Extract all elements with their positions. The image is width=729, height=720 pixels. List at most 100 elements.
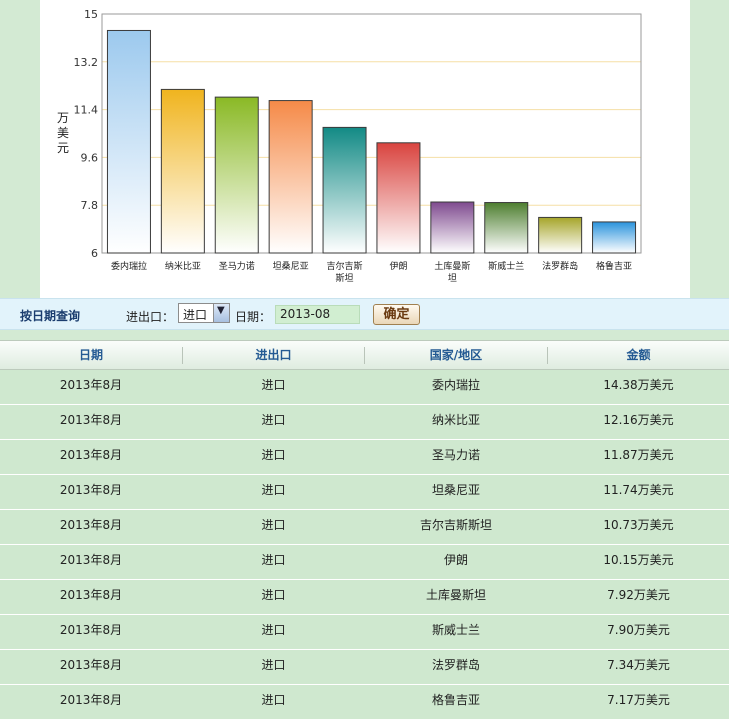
table-row: 2013年8月 进口 斯威士兰 7.90万美元 xyxy=(0,615,729,650)
cell-io: 进口 xyxy=(261,588,286,602)
cell-country: 坦桑尼亚 xyxy=(431,483,480,497)
spacer xyxy=(0,330,729,340)
bar xyxy=(322,126,367,254)
table-row: 2013年8月 进口 法罗群岛 7.34万美元 xyxy=(0,650,729,685)
x-tick-label: 斯坦 xyxy=(336,272,354,284)
io-select-value: 进口 xyxy=(183,308,208,322)
cell-country: 吉尔吉斯斯坦 xyxy=(419,518,492,532)
x-tick-label: 坦 xyxy=(448,273,457,284)
cell-date: 2013年8月 xyxy=(59,518,123,532)
cell-date: 2013年8月 xyxy=(59,483,123,497)
cell-country: 委内瑞拉 xyxy=(431,378,480,392)
cell-amount: 10.73万美元 xyxy=(603,518,674,532)
table-row: 2013年8月 进口 纳米比亚 12.16万美元 xyxy=(0,405,729,440)
chart-panel: 15 13.2 11.4 9.6 7.8 6 万美元委内瑞拉 纳米比亚 圣马力诺 坦桑尼亚 吉尔吉斯… xyxy=(40,0,690,298)
bar xyxy=(214,96,259,254)
cell-date: 2013年8月 xyxy=(59,658,123,672)
cell-io: 进口 xyxy=(261,448,286,462)
header-date: 日期 xyxy=(78,348,103,362)
x-tick-label: 法罗群岛 xyxy=(542,260,578,272)
y-axis-label: 万 xyxy=(57,111,69,125)
cell-io: 进口 xyxy=(261,483,286,497)
y-tick-label: 13.2 xyxy=(74,56,99,69)
cell-io: 进口 xyxy=(261,518,286,532)
cell-date: 2013年8月 xyxy=(59,553,123,567)
cell-io: 进口 xyxy=(261,378,286,392)
x-tick-label: 伊朗 xyxy=(389,260,407,272)
x-tick-label: 格鲁吉亚 xyxy=(596,260,632,272)
cell-country: 斯威士兰 xyxy=(431,623,480,637)
bar xyxy=(430,201,475,254)
bar xyxy=(484,202,529,254)
cell-country: 格鲁吉亚 xyxy=(431,693,480,707)
cell-date: 2013年8月 xyxy=(59,693,123,707)
table-body: 2013年8月 进口 委内瑞拉 14.38万美元 2013年8月 进口 纳米比亚… xyxy=(0,370,729,720)
y-tick-label: 7.8 xyxy=(81,199,99,212)
bar xyxy=(160,88,205,254)
y-tick-label: 9.6 xyxy=(81,151,99,164)
x-tick-label: 纳米比亚 xyxy=(165,260,201,272)
bar xyxy=(268,100,313,254)
y-tick-label: 6 xyxy=(91,247,98,260)
cell-amount: 11.87万美元 xyxy=(603,448,674,462)
cell-io: 进口 xyxy=(261,623,286,637)
cell-country: 土库曼斯坦 xyxy=(425,588,486,602)
bar xyxy=(376,142,421,254)
y-axis-label: 美 xyxy=(57,126,69,140)
header-amount: 金额 xyxy=(626,348,651,362)
header-country: 国家/地区 xyxy=(429,348,483,362)
query-title: 按日期查询 xyxy=(20,309,81,323)
table-header: 日期 进出口 国家/地区 金额 xyxy=(0,340,729,370)
table-row: 2013年8月 进口 坦桑尼亚 11.74万美元 xyxy=(0,475,729,510)
bar xyxy=(106,29,151,254)
x-tick-label: 圣马力诺 xyxy=(219,260,255,272)
bar xyxy=(538,216,583,254)
x-tick-label: 坦桑尼亚 xyxy=(273,261,309,272)
date-input[interactable]: 2013-08 xyxy=(275,305,360,324)
cell-country: 法罗群岛 xyxy=(431,658,480,672)
cell-amount: 11.74万美元 xyxy=(603,483,674,497)
y-tick-label: 15 xyxy=(84,8,98,21)
y-axis-label: 元 xyxy=(57,141,69,155)
cell-amount: 7.17万美元 xyxy=(607,693,670,707)
x-tick-label: 斯威士兰 xyxy=(488,260,524,272)
cell-amount: 7.34万美元 xyxy=(607,658,670,672)
header-io: 进出口 xyxy=(255,348,292,362)
cell-io: 进口 xyxy=(261,413,286,427)
cell-country: 伊朗 xyxy=(443,553,468,567)
x-tick-label: 委内瑞拉 xyxy=(111,260,147,272)
cell-amount: 12.16万美元 xyxy=(603,413,674,427)
x-tick-label: 吉尔吉斯 xyxy=(327,260,363,272)
cell-io: 进口 xyxy=(261,553,286,567)
chevron-down-icon: ▼ xyxy=(217,305,225,316)
io-label: 进出口： xyxy=(126,310,175,324)
dropdown-button[interactable]: ▼ xyxy=(213,304,229,322)
table-row: 2013年8月 进口 格鲁吉亚 7.17万美元 xyxy=(0,685,729,720)
x-tick-label: 土库曼斯 xyxy=(434,260,470,272)
cell-amount: 10.15万美元 xyxy=(603,553,674,567)
table-row: 2013年8月 进口 伊朗 10.15万美元 xyxy=(0,545,729,580)
cell-amount: 7.92万美元 xyxy=(607,588,670,602)
cell-country: 纳米比亚 xyxy=(431,413,480,427)
cell-amount: 14.38万美元 xyxy=(603,378,674,392)
table-row: 2013年8月 进口 土库曼斯坦 7.92万美元 xyxy=(0,580,729,615)
submit-button[interactable]: 确定 xyxy=(373,304,420,325)
cell-io: 进口 xyxy=(261,693,286,707)
table-row: 2013年8月 进口 委内瑞拉 14.38万美元 xyxy=(0,370,729,405)
cell-date: 2013年8月 xyxy=(59,378,123,392)
cell-date: 2013年8月 xyxy=(59,623,123,637)
cell-date: 2013年8月 xyxy=(59,588,123,602)
y-tick-label: 11.4 xyxy=(74,104,99,117)
bar-chart: 15 13.2 11.4 9.6 7.8 6 万美元委内瑞拉 纳米比亚 圣马力诺 坦桑尼亚 吉尔吉斯… xyxy=(57,8,642,284)
cell-date: 2013年8月 xyxy=(59,448,123,462)
cell-amount: 7.90万美元 xyxy=(607,623,670,637)
cell-io: 进口 xyxy=(261,658,286,672)
query-bar: 按日期查询 进出口： 进口 ▼ 日期： 2013-08 确定 xyxy=(0,298,729,330)
date-label: 日期： xyxy=(235,310,272,324)
table-row: 2013年8月 进口 吉尔吉斯斯坦 10.73万美元 xyxy=(0,510,729,545)
io-select[interactable]: 进口 ▼ xyxy=(178,303,230,323)
cell-date: 2013年8月 xyxy=(59,413,123,427)
table-row: 2013年8月 进口 圣马力诺 11.87万美元 xyxy=(0,440,729,475)
bar xyxy=(592,221,637,254)
cell-country: 圣马力诺 xyxy=(431,448,480,462)
